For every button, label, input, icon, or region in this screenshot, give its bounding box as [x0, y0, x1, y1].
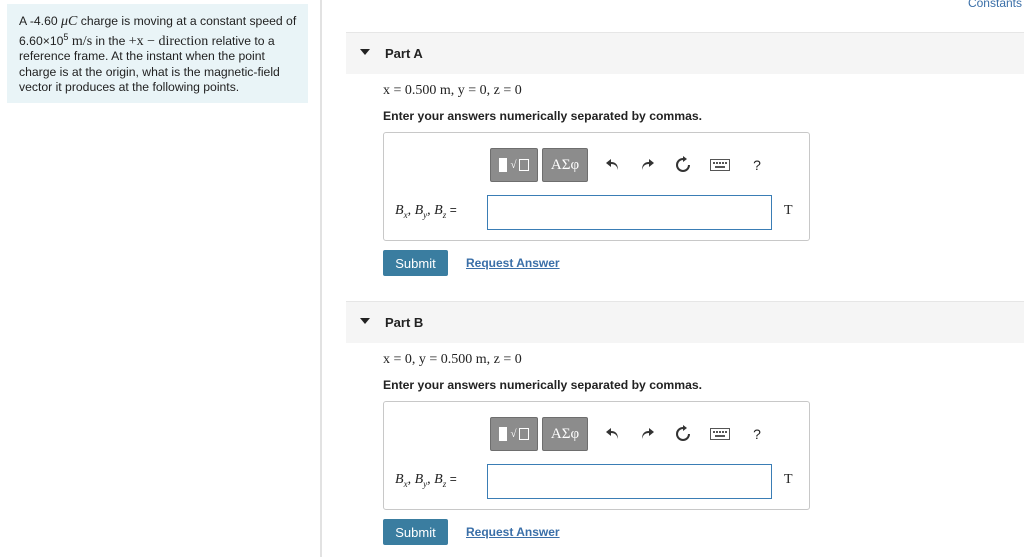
- part-a-request-answer-link[interactable]: Request Answer: [466, 256, 560, 270]
- unit-label: T: [784, 472, 793, 487]
- part-a-submit-button[interactable]: Submit: [383, 250, 448, 276]
- problem-text-3: in the: [92, 33, 129, 48]
- unit-label: T: [784, 203, 793, 218]
- problem-text-1: A -4.60: [19, 14, 62, 28]
- template-block-icon: [499, 427, 508, 441]
- part-a-title: Part A: [385, 46, 423, 61]
- redo-icon[interactable]: [636, 154, 658, 176]
- reset-icon[interactable]: [672, 423, 694, 445]
- fraction-radical-icon: √: [510, 159, 517, 171]
- undo-icon[interactable]: [602, 423, 624, 445]
- reset-icon[interactable]: [672, 154, 694, 176]
- part-b-answer-input[interactable]: [487, 464, 772, 499]
- help-button[interactable]: ?: [746, 154, 768, 176]
- help-button[interactable]: ?: [746, 423, 768, 445]
- keyboard-icon[interactable]: [708, 423, 732, 445]
- direction-text: +x − direction: [128, 33, 209, 49]
- constants-link[interactable]: Constants: [968, 0, 1022, 10]
- part-a-coordinates: x = 0.500 m, y = 0, z = 0: [383, 83, 522, 98]
- template-square-icon: [518, 428, 529, 440]
- templates-button[interactable]: √: [490, 417, 538, 451]
- part-b-answer-box: √ ΑΣφ ? Bx, By, Bz = T: [383, 401, 810, 510]
- part-a-answer-box: √ ΑΣφ ? Bx, By, Bz = T: [383, 132, 810, 241]
- speed-unit: m/s: [68, 33, 93, 49]
- undo-icon[interactable]: [602, 154, 624, 176]
- charge-unit: μC: [61, 14, 78, 29]
- part-b-header[interactable]: Part B: [346, 301, 1024, 343]
- greek-symbols-button[interactable]: ΑΣφ: [542, 417, 588, 451]
- part-a-header[interactable]: Part A: [346, 32, 1024, 74]
- part-b-request-answer-link[interactable]: Request Answer: [466, 525, 560, 539]
- part-a-instruction: Enter your answers numerically separated…: [383, 109, 703, 123]
- answer-label: Bx, By, Bz =: [395, 203, 457, 220]
- part-a-answer-input[interactable]: [487, 195, 772, 230]
- part-b-coordinates: x = 0, y = 0.500 m, z = 0: [383, 352, 522, 367]
- template-square-icon: [518, 159, 529, 171]
- fraction-radical-icon: √: [510, 428, 517, 440]
- redo-icon[interactable]: [636, 423, 658, 445]
- panel-divider: [320, 0, 322, 557]
- part-b-submit-button[interactable]: Submit: [383, 519, 448, 545]
- collapse-caret-icon[interactable]: [360, 318, 370, 324]
- answer-label: Bx, By, Bz =: [395, 472, 457, 489]
- greek-symbols-button[interactable]: ΑΣφ: [542, 148, 588, 182]
- template-block-icon: [499, 158, 508, 172]
- keyboard-icon[interactable]: [708, 154, 732, 176]
- part-b-title: Part B: [385, 315, 424, 330]
- collapse-caret-icon[interactable]: [360, 49, 370, 55]
- math-toolbar: √ ΑΣφ ?: [490, 146, 800, 184]
- math-toolbar: √ ΑΣφ ?: [490, 415, 800, 453]
- templates-button[interactable]: √: [490, 148, 538, 182]
- part-b-instruction: Enter your answers numerically separated…: [383, 378, 703, 392]
- problem-statement: A -4.60 μC charge is moving at a constan…: [7, 4, 308, 103]
